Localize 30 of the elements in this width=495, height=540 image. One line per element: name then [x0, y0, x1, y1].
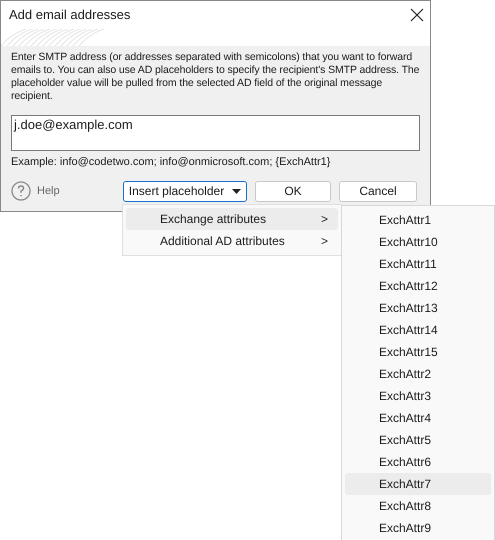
dialog-button[interactable]: OK: [255, 180, 331, 202]
submenu-item[interactable]: ExchAttr14: [345, 319, 491, 341]
submenu-item[interactable]: ExchAttr5: [345, 429, 491, 451]
close-icon[interactable]: [410, 8, 424, 22]
submenu-item[interactable]: ExchAttr13: [345, 297, 491, 319]
submenu-item[interactable]: ExchAttr3: [345, 385, 491, 407]
submenu-item[interactable]: ExchAttr15: [345, 341, 491, 363]
submenu-item[interactable]: ExchAttr10: [345, 231, 491, 253]
chevron-icon: >: [320, 210, 328, 228]
help-link[interactable]: Help: [37, 182, 123, 200]
submenu-item[interactable]: ExchAttr7: [345, 473, 491, 495]
caret-icon: [232, 188, 242, 194]
description-text: Enter SMTP address (or addresses separated with semicolons) that you want to forward emails to. You can also use AD placeholders to specify the recipient's SMTP address. The placeholder value will be pulled from the selected AD field of the original message recipient.: [11, 51, 420, 103]
help-icon[interactable]: [11, 181, 31, 201]
window-title: Add email addresses: [9, 6, 130, 24]
insert-placeholder-button[interactable]: Insert placeholder: [123, 180, 247, 202]
address-field[interactable]: j.doe@example.com: [11, 115, 420, 151]
chevron-icon: >: [320, 232, 328, 250]
submenu-item[interactable]: ExchAttr8: [345, 495, 491, 517]
submenu-item[interactable]: ExchAttr1: [345, 209, 491, 231]
submenu-item[interactable]: ExchAttr12: [345, 275, 491, 297]
submenu-item[interactable]: ExchAttr11: [345, 253, 491, 275]
submenu-item[interactable]: ExchAttr6: [345, 451, 491, 473]
dialog-button[interactable]: Cancel: [339, 180, 417, 202]
submenu-item[interactable]: ExchAttr2: [345, 363, 491, 385]
example-text: Example: info@codetwo.com; info@onmicrosoft.com; {ExchAttr1}: [11, 155, 332, 170]
menu-item[interactable]: Additional AD attributes >: [126, 230, 338, 252]
submenu-item[interactable]: ExchAttr9: [345, 517, 491, 539]
submenu-item[interactable]: ExchAttr4: [345, 407, 491, 429]
menu-item[interactable]: Exchange attributes >: [126, 208, 338, 230]
